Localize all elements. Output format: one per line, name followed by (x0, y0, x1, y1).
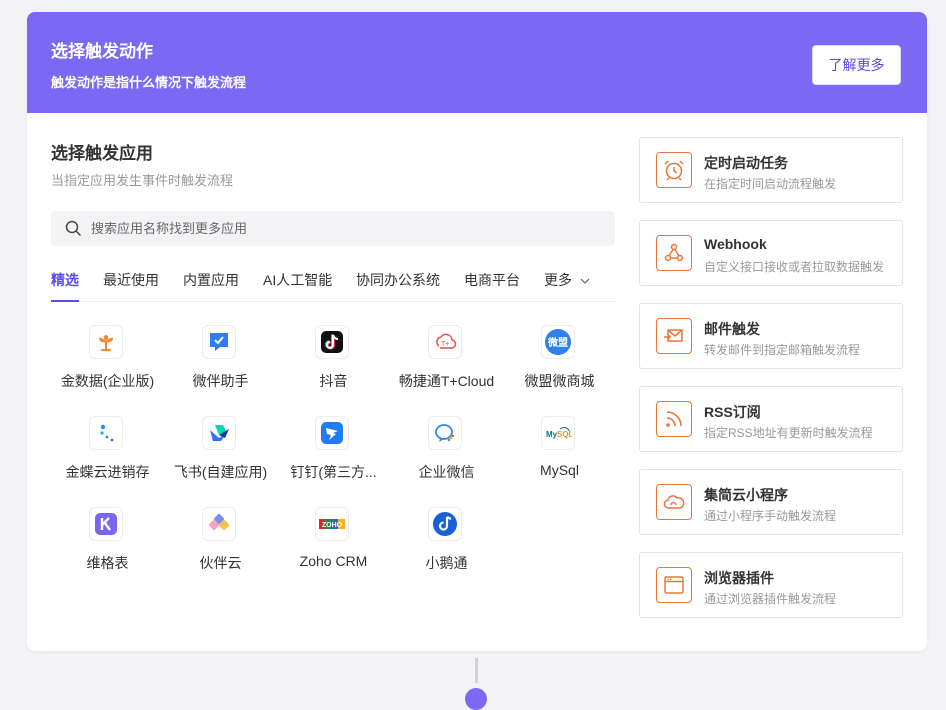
search-icon (65, 220, 81, 236)
tab-ecommerce[interactable]: 电商平台 (464, 270, 520, 300)
tab-more-label: 更多 (544, 272, 572, 288)
trigger-title: 邮件触发 (704, 321, 760, 337)
trigger-title: Webhook (704, 236, 767, 252)
trigger-webhook[interactable]: Webhook 自定义接口接收或者拉取数据触发 (639, 220, 903, 286)
feishu-icon (202, 416, 236, 450)
app-item[interactable]: T+ 畅捷通T+Cloud (390, 325, 503, 405)
tab-featured[interactable]: 精选 (51, 270, 79, 302)
trigger-rss[interactable]: RSS订阅 指定RSS地址有更新时触发流程 (639, 386, 903, 452)
app-label: 伙伴云 (199, 555, 242, 571)
app-label: Zoho CRM (299, 553, 368, 569)
header-subtitle: 触发动作是指什么情况下触发流程 (51, 75, 247, 90)
douyin-icon (315, 325, 349, 359)
header-title: 选择触发动作 (51, 42, 153, 61)
app-label: 金蝶云进销存 (65, 464, 150, 480)
svg-text:ZOHO: ZOHO (322, 522, 343, 529)
chanjet-icon: T+ (428, 325, 462, 359)
wecom-icon (428, 416, 462, 450)
section-subtitle: 当指定应用发生事件时触发流程 (51, 173, 234, 188)
cloud-icon (656, 484, 692, 520)
app-label: 维格表 (86, 555, 129, 571)
app-item[interactable]: 企业微信 (390, 416, 503, 496)
learn-more-button[interactable]: 了解更多 (812, 45, 901, 85)
vika-icon (89, 507, 123, 541)
app-item[interactable]: 微盟 微盟微商城 (503, 325, 616, 405)
app-label: 微盟微商城 (524, 373, 595, 389)
tab-recent[interactable]: 最近使用 (103, 270, 159, 300)
weiban-icon (202, 325, 236, 359)
app-label: 抖音 (319, 373, 348, 389)
header-banner: 选择触发动作 触发动作是指什么情况下触发流程 了解更多 (27, 12, 927, 113)
app-label: 微伴助手 (192, 373, 249, 389)
zoho-icon: ZOHO (315, 507, 349, 541)
trigger-subtitle: 自定义接口接收或者拉取数据触发 (704, 260, 885, 274)
trigger-scheduled[interactable]: 定时启动任务 在指定时间启动流程触发 (639, 137, 903, 203)
app-item[interactable]: 抖音 (277, 325, 390, 405)
trigger-miniprogram[interactable]: 集简云小程序 通过小程序手动触发流程 (639, 469, 903, 535)
app-label: 飞书(自建应用) (173, 464, 268, 480)
dingtalk-icon (315, 416, 349, 450)
svg-text:T+: T+ (441, 341, 449, 348)
mysql-icon: My SQL (541, 416, 575, 450)
trigger-subtitle: 通过浏览器插件触发流程 (704, 592, 837, 606)
add-step-node[interactable] (465, 688, 487, 710)
svg-text:微盟: 微盟 (547, 336, 568, 349)
app-label: 小鹅通 (425, 555, 468, 571)
trigger-title: 集简云小程序 (704, 487, 788, 503)
trigger-title: 定时启动任务 (704, 155, 788, 171)
flow-connector-line (475, 658, 478, 683)
weimob-icon: 微盟 (541, 325, 575, 359)
xiaoe-icon (428, 507, 462, 541)
trigger-browser-plugin[interactable]: 浏览器插件 通过浏览器插件触发流程 (639, 552, 903, 618)
app-item[interactable]: 小鹅通 (390, 507, 503, 587)
app-label: 畅捷通T+Cloud (398, 373, 495, 389)
app-item[interactable]: 钉钉(第三方... (277, 416, 390, 496)
alarm-clock-icon (656, 152, 692, 188)
trigger-email[interactable]: 邮件触发 转发邮件到指定邮箱触发流程 (639, 303, 903, 369)
tab-more[interactable]: 更多 (544, 270, 590, 300)
tab-builtin[interactable]: 内置应用 (183, 270, 239, 300)
app-item[interactable]: 微伴助手 (164, 325, 277, 405)
app-item[interactable]: 金数据(企业版) (51, 325, 164, 405)
search-input[interactable] (91, 211, 591, 246)
section-title: 选择触发应用 (51, 144, 153, 163)
trigger-title: 浏览器插件 (704, 570, 774, 586)
app-item[interactable]: My SQL MySql (503, 416, 616, 496)
jinshuju-icon (89, 325, 123, 359)
trigger-card: 选择触发动作 触发动作是指什么情况下触发流程 了解更多 选择触发应用 当指定应用… (27, 12, 927, 651)
search-box[interactable] (51, 211, 615, 246)
app-item[interactable]: 维格表 (51, 507, 164, 587)
app-label: 企业微信 (418, 464, 475, 480)
tab-ai[interactable]: AI人工智能 (263, 270, 332, 300)
app-item[interactable]: 飞书(自建应用) (164, 416, 277, 496)
app-label: 钉钉(第三方... (290, 464, 377, 480)
app-label: MySql (540, 462, 579, 478)
svg-text:My: My (546, 430, 558, 439)
trigger-title: RSS订阅 (704, 404, 761, 420)
app-item[interactable]: 伙伴云 (164, 507, 277, 587)
trigger-subtitle: 转发邮件到指定邮箱触发流程 (704, 343, 861, 357)
trigger-subtitle: 在指定时间启动流程触发 (704, 177, 837, 191)
webhook-icon (656, 235, 692, 271)
app-item[interactable]: 金蝶云进销存 (51, 416, 164, 496)
trigger-subtitle: 通过小程序手动触发流程 (704, 509, 837, 523)
app-item[interactable]: ZOHO Zoho CRM (277, 507, 390, 587)
tab-office[interactable]: 协同办公系统 (356, 270, 440, 300)
svg-text:SQL: SQL (557, 430, 572, 439)
rss-icon (656, 401, 692, 437)
trigger-subtitle: 指定RSS地址有更新时触发流程 (704, 426, 873, 440)
app-label: 金数据(企业版) (60, 373, 155, 389)
app-category-tabs: 精选 最近使用 内置应用 AI人工智能 协同办公系统 电商平台 更多 (51, 270, 615, 302)
kingdee-icon (89, 416, 123, 450)
mail-icon (656, 318, 692, 354)
huoban-icon (202, 507, 236, 541)
chevron-down-icon (580, 278, 590, 285)
browser-icon (656, 567, 692, 603)
